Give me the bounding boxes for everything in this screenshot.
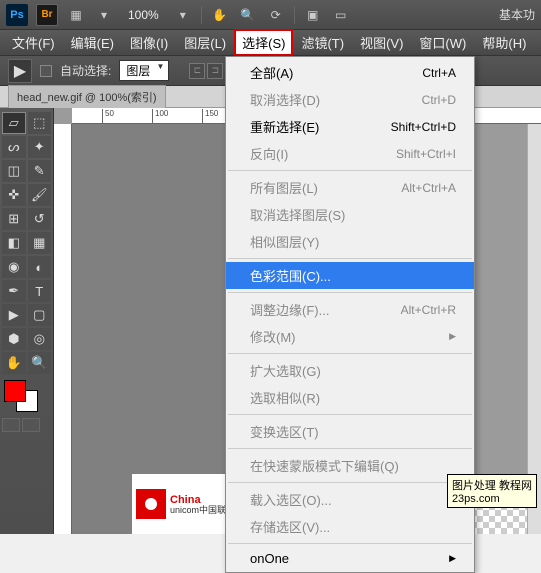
ruler-vertical bbox=[54, 124, 72, 534]
unicom-logo-icon bbox=[136, 489, 166, 519]
heal-tool[interactable]: ✜ bbox=[2, 184, 26, 206]
vertical-scrollbar[interactable] bbox=[527, 124, 541, 534]
tool-palette: ▱⬚ ᔕ✦ ◫✎ ✜🖌 ⊞↺ ◧▦ ◉◐ ✒T ▶▢ ⬢◎ ✋🔍 bbox=[0, 108, 54, 534]
wand-tool[interactable]: ✦ bbox=[28, 136, 52, 158]
ruler-mark: 100 bbox=[152, 109, 168, 123]
rotate-icon[interactable]: ⟳ bbox=[266, 5, 286, 25]
menu-all-layers[interactable]: 所有图层(L)Alt+Ctrl+A bbox=[226, 174, 474, 201]
type-tool[interactable]: T bbox=[28, 280, 52, 302]
menu-save-selection[interactable]: 存储选区(V)... bbox=[226, 513, 474, 540]
menu-file[interactable]: 文件(F) bbox=[4, 29, 63, 56]
hand-icon[interactable]: ✋ bbox=[210, 5, 230, 25]
menu-color-range[interactable]: 色彩范围(C)... bbox=[226, 262, 474, 289]
submenu-arrow-icon: ▶ bbox=[449, 331, 456, 342]
menu-modify[interactable]: 修改(M)▶ bbox=[226, 323, 474, 350]
path-tool[interactable]: ▶ bbox=[2, 304, 26, 326]
zoom-icon[interactable]: 🔍 bbox=[238, 5, 258, 25]
menu-select[interactable]: 选择(S) bbox=[234, 29, 293, 56]
menu-divider bbox=[228, 258, 472, 259]
pen-tool[interactable]: ✒ bbox=[2, 280, 26, 302]
move-tool[interactable]: ▱ bbox=[2, 112, 26, 134]
menu-divider bbox=[228, 448, 472, 449]
eyedropper-tool[interactable]: ✎ bbox=[28, 160, 52, 182]
menu-transform-selection[interactable]: 变换选区(T) bbox=[226, 418, 474, 445]
tooltip: 图片处理 教程网 23ps.com bbox=[447, 474, 537, 508]
ruler-mark: 50 bbox=[102, 109, 114, 123]
menu-divider bbox=[228, 292, 472, 293]
foreground-swatch[interactable] bbox=[4, 380, 26, 402]
document-tab[interactable]: head_new.gif @ 100%(索引) bbox=[8, 85, 166, 108]
quick-mask-icon[interactable] bbox=[2, 418, 20, 432]
zoom-tool[interactable]: 🔍 bbox=[28, 352, 52, 374]
menu-onone[interactable]: onOne▶ bbox=[226, 547, 474, 570]
arrange-icon[interactable]: ▣ bbox=[303, 5, 323, 25]
menu-divider bbox=[228, 543, 472, 544]
grid-icon[interactable]: ▦ bbox=[66, 5, 86, 25]
app-toolbar: Ps Br ▦ ▾ 100% ▾ ✋ 🔍 ⟳ ▣ ▭ 基本功 bbox=[0, 0, 541, 30]
separator bbox=[201, 6, 202, 24]
menu-inverse[interactable]: 反向(I)Shift+Ctrl+I bbox=[226, 140, 474, 167]
gradient-tool[interactable]: ▦ bbox=[28, 232, 52, 254]
tooltip-line: 教程网 bbox=[499, 480, 532, 492]
menu-bar: 文件(F) 编辑(E) 图像(I) 图层(L) 选择(S) 滤镜(T) 视图(V… bbox=[0, 30, 541, 56]
hand-tool[interactable]: ✋ bbox=[2, 352, 26, 374]
menu-select-all[interactable]: 全部(A)Ctrl+A bbox=[226, 59, 474, 86]
menu-reselect[interactable]: 重新选择(E)Shift+Ctrl+D bbox=[226, 113, 474, 140]
crop-tool[interactable]: ◫ bbox=[2, 160, 26, 182]
auto-select-checkbox[interactable] bbox=[40, 65, 52, 77]
stamp-tool[interactable]: ⊞ bbox=[2, 208, 26, 230]
ruler-mark: 150 bbox=[202, 109, 218, 123]
bridge-icon[interactable]: Br bbox=[36, 4, 58, 26]
3d-tool[interactable]: ⬢ bbox=[2, 328, 26, 350]
dropdown-icon[interactable]: ▾ bbox=[94, 5, 114, 25]
brush-tool[interactable]: 🖌 bbox=[28, 184, 52, 206]
history-brush-tool[interactable]: ↺ bbox=[28, 208, 52, 230]
menu-deselect-layers[interactable]: 取消选择图层(S) bbox=[226, 201, 474, 228]
menu-edit[interactable]: 编辑(E) bbox=[63, 29, 122, 56]
lasso-tool[interactable]: ᔕ bbox=[2, 136, 26, 158]
menu-similar[interactable]: 选取相似(R) bbox=[226, 384, 474, 411]
blur-tool[interactable]: ◉ bbox=[2, 256, 26, 278]
auto-select-label: 自动选择: bbox=[60, 62, 111, 79]
menu-window[interactable]: 窗口(W) bbox=[411, 29, 474, 56]
menu-view[interactable]: 视图(V) bbox=[352, 29, 411, 56]
separator bbox=[294, 6, 295, 24]
dropdown-icon[interactable]: ▾ bbox=[173, 5, 193, 25]
submenu-arrow-icon: ▶ bbox=[449, 553, 456, 564]
menu-divider bbox=[228, 170, 472, 171]
menu-image[interactable]: 图像(I) bbox=[122, 29, 176, 56]
camera-tool[interactable]: ◎ bbox=[28, 328, 52, 350]
select-menu-dropdown: 全部(A)Ctrl+A 取消选择(D)Ctrl+D 重新选择(E)Shift+C… bbox=[225, 56, 475, 573]
tooltip-line: 23ps.com bbox=[452, 493, 500, 505]
menu-divider bbox=[228, 414, 472, 415]
dodge-tool[interactable]: ◐ bbox=[28, 256, 52, 278]
menu-help[interactable]: 帮助(H) bbox=[474, 29, 534, 56]
move-tool-icon[interactable]: ▶ bbox=[8, 59, 32, 83]
menu-layer[interactable]: 图层(L) bbox=[176, 29, 234, 56]
screen-mode-icon[interactable] bbox=[22, 418, 40, 432]
menu-quick-mask[interactable]: 在快速蒙版模式下编辑(Q) bbox=[226, 452, 474, 479]
menu-divider bbox=[228, 353, 472, 354]
marquee-tool[interactable]: ⬚ bbox=[28, 112, 52, 134]
shape-tool[interactable]: ▢ bbox=[28, 304, 52, 326]
layer-dropdown[interactable]: 图层 bbox=[119, 60, 169, 81]
menu-divider bbox=[228, 482, 472, 483]
photoshop-icon[interactable]: Ps bbox=[6, 4, 28, 26]
menu-deselect[interactable]: 取消选择(D)Ctrl+D bbox=[226, 86, 474, 113]
menu-load-selection[interactable]: 载入选区(O)... bbox=[226, 486, 474, 513]
screen-mode-icon[interactable]: ▭ bbox=[331, 5, 351, 25]
align-icon[interactable]: ⊏ bbox=[189, 63, 205, 79]
menu-filter[interactable]: 滤镜(T) bbox=[293, 29, 352, 56]
eraser-tool[interactable]: ◧ bbox=[2, 232, 26, 254]
workspace-label[interactable]: 基本功 bbox=[499, 6, 535, 23]
zoom-percent[interactable]: 100% bbox=[128, 8, 159, 22]
menu-similar-layers[interactable]: 相似图层(Y) bbox=[226, 228, 474, 255]
align-icon[interactable]: ⊐ bbox=[207, 63, 223, 79]
menu-grow[interactable]: 扩大选取(G) bbox=[226, 357, 474, 384]
tooltip-line: 图片处理 bbox=[452, 480, 496, 492]
menu-refine-edge[interactable]: 调整边缘(F)...Alt+Ctrl+R bbox=[226, 296, 474, 323]
